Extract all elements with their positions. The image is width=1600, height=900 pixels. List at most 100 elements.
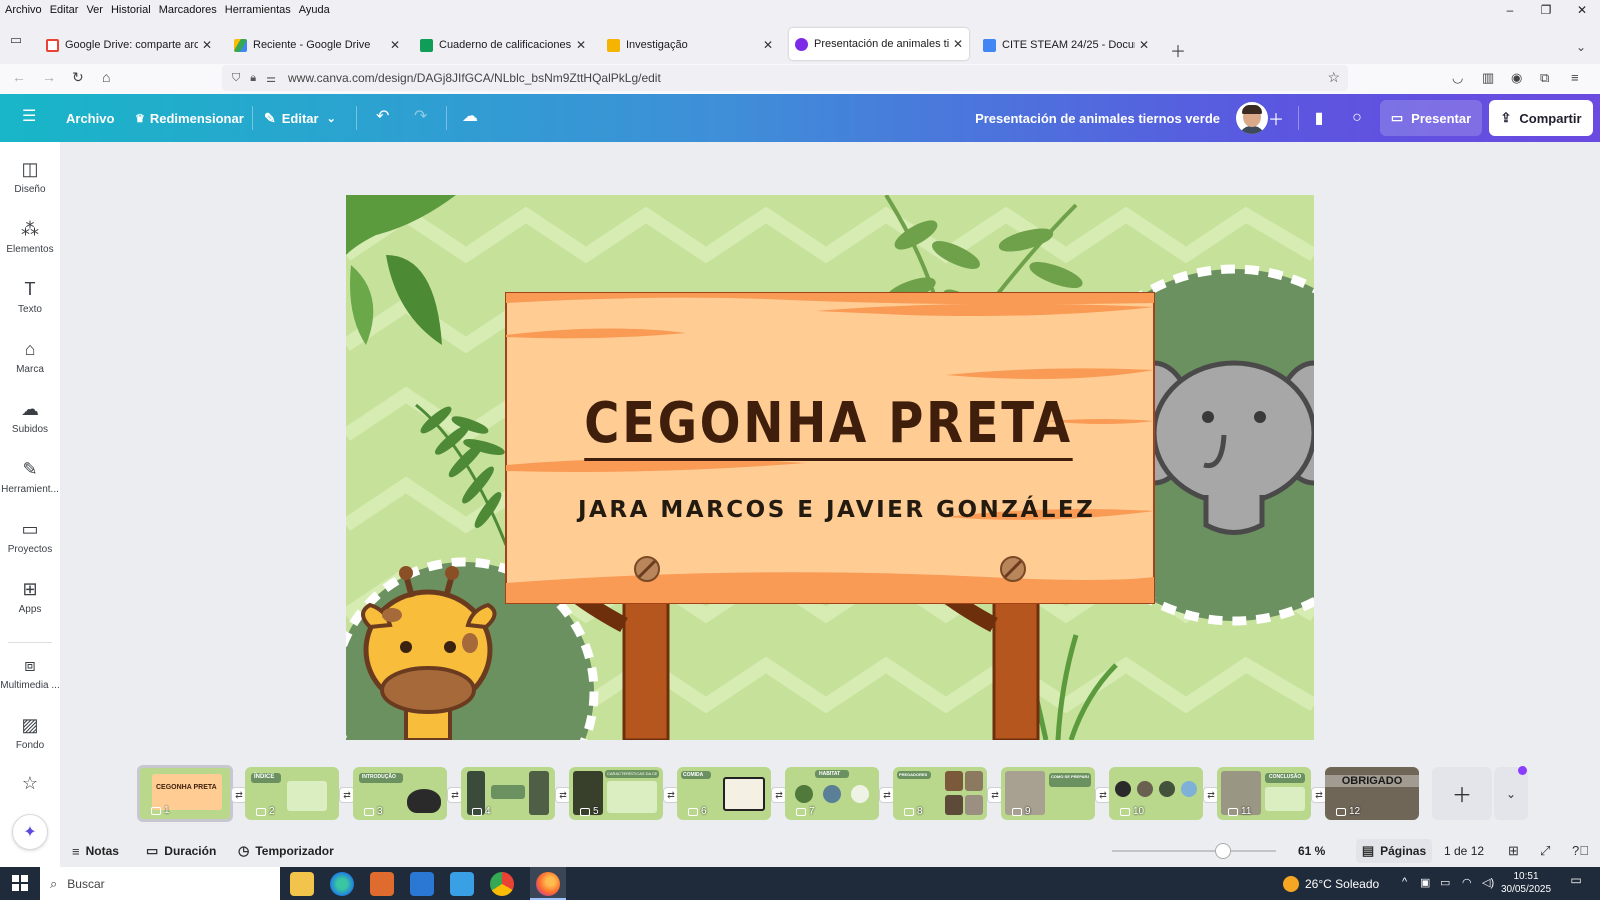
mail-icon[interactable] <box>450 872 474 896</box>
undo-icon[interactable]: ↶ <box>376 106 389 126</box>
volume-icon[interactable]: ◁) <box>1482 876 1494 889</box>
shield-icon[interactable]: ⛉ <box>232 72 240 85</box>
app-menu-icon[interactable]: ≡ <box>1571 70 1579 85</box>
page-thumbnail-2[interactable]: ÍNDICE 2 <box>245 767 339 820</box>
tab-overview-icon[interactable]: ▭ <box>6 32 26 50</box>
notas-button[interactable]: ≡ Notas <box>72 835 119 867</box>
new-tab-plus-icon[interactable]: ＋ <box>1170 38 1186 62</box>
duracion-button[interactable]: ▭ Duración <box>146 835 216 867</box>
pocket-icon[interactable]: ◡ <box>1452 70 1463 86</box>
url-text[interactable]: www.canva.com/design/DAGj8JIfGCA/NLblc_b… <box>288 71 661 85</box>
notifications-icon[interactable]: ▭ <box>1566 873 1586 893</box>
windows-start-icon[interactable] <box>12 875 28 891</box>
tab-close-icon[interactable]: ✕ <box>390 38 400 52</box>
sidebar-item-elementos[interactable]: ⁂ Elementos <box>0 218 60 255</box>
bookmark-star-icon[interactable]: ☆ <box>1327 69 1340 86</box>
temporizador-button[interactable]: ◷ Temporizador <box>238 835 334 867</box>
close-window-button[interactable]: ✕ <box>1564 0 1600 20</box>
sidebar-item-fondo[interactable]: ▨ Fondo <box>0 714 60 751</box>
tray-chevron-icon[interactable]: ^ <box>1402 876 1407 888</box>
redimensionar-button[interactable]: ♛ Redimensionar <box>135 94 244 142</box>
menu-ayuda[interactable]: Ayuda <box>294 4 333 16</box>
account-icon[interactable]: ◉ <box>1511 70 1522 86</box>
sidebar-item-diseno[interactable]: ◫ Diseño <box>0 158 60 195</box>
redo-icon[interactable]: ↷ <box>414 106 427 126</box>
file-explorer-icon[interactable] <box>290 872 314 896</box>
grid-view-icon[interactable]: ⊞ <box>1508 843 1519 859</box>
slide-title[interactable]: CEGONHA PRETA <box>412 391 1244 461</box>
tab-close-icon[interactable]: ✕ <box>953 37 963 51</box>
presentar-button[interactable]: ▭ Presentar <box>1380 100 1482 136</box>
sidebar-item-texto[interactable]: T Texto <box>0 278 60 315</box>
sidebar-item-apps[interactable]: ⊞ Apps <box>0 578 60 615</box>
page-thumbnail-6[interactable]: COMIDA 6 <box>677 767 771 820</box>
menu-historial[interactable]: Historial <box>106 4 154 16</box>
menu-editar[interactable]: Editar <box>45 4 82 16</box>
fullscreen-icon[interactable]: ⤢ <box>1540 843 1550 859</box>
insights-chart-icon[interactable]: ▮ <box>1305 104 1333 132</box>
menu-herramientas[interactable]: Herramientas <box>220 4 294 16</box>
slide-subtitle[interactable]: JARA MARCOS E JAVIER GONZÁLEZ <box>578 497 1093 523</box>
url-bar[interactable]: ⛉ 🔒︎ ⚌ www.canva.com/design/DAGj8JIfGCA/… <box>222 65 1348 91</box>
hamburger-menu-icon[interactable]: ☰ <box>22 106 36 126</box>
archivo-menu-button[interactable]: Archivo <box>66 94 114 142</box>
page-thumbnail-11[interactable]: CONCLUSÃO 11 <box>1217 767 1311 820</box>
media-player-icon[interactable] <box>370 872 394 896</box>
tab-close-icon[interactable]: ✕ <box>576 38 586 52</box>
page-thumbnail-10[interactable]: 10 <box>1109 767 1203 820</box>
page-thumbnail-7[interactable]: HABITAT 7 <box>785 767 879 820</box>
permissions-icon[interactable]: ⚌ <box>266 72 276 85</box>
restore-button[interactable]: ❐ <box>1528 0 1564 20</box>
tab-cite-steam-doc[interactable]: CITE STEAM 24/25 - Document ✕ <box>977 30 1155 60</box>
menu-archivo[interactable]: Archivo <box>0 4 45 16</box>
edge-browser-icon[interactable] <box>330 872 354 896</box>
invite-plus-icon[interactable]: ＋ <box>1262 104 1290 132</box>
tab-close-icon[interactable]: ✕ <box>1139 38 1149 52</box>
tab-google-drive-share[interactable]: Google Drive: comparte archivo ✕ <box>40 30 218 60</box>
slide-canvas[interactable]: CEGONHA PRETA JARA MARCOS E JAVIER GONZÁ… <box>346 195 1314 740</box>
tab-recent-drive[interactable]: Reciente - Google Drive ✕ <box>228 30 406 60</box>
compartir-button[interactable]: ⇪ Compartir <box>1489 100 1593 136</box>
help-icon[interactable]: ?⃝ <box>1572 843 1589 858</box>
zoom-slider-handle[interactable] <box>1215 843 1231 859</box>
tray-app-icon[interactable]: ▣ <box>1420 876 1430 889</box>
menu-ver[interactable]: Ver <box>81 4 106 16</box>
sidebar-toggle-icon[interactable]: ▥ <box>1482 70 1494 86</box>
page-thumbnail-1[interactable]: CEGONHA PRETA 1 <box>137 765 233 822</box>
editar-dropdown-button[interactable]: ✎ Editar ⌄ <box>264 94 336 142</box>
cloud-saved-icon[interactable]: ☁ <box>462 106 478 126</box>
store-icon[interactable] <box>410 872 434 896</box>
menu-marcadores[interactable]: Marcadores <box>154 4 220 16</box>
firefox-active-indicator[interactable] <box>530 867 566 900</box>
paginas-button[interactable]: ▤ Páginas <box>1356 839 1432 863</box>
taskbar-search[interactable]: ⌕ Buscar <box>40 867 280 900</box>
comments-icon[interactable]: ○ <box>1343 104 1371 132</box>
extensions-icon[interactable]: ⧉ <box>1540 70 1549 86</box>
page-thumbnail-4[interactable]: 4 <box>461 767 555 820</box>
page-thumbnail-8[interactable]: PREDADORES 8 <box>893 767 987 820</box>
back-arrow-icon[interactable]: ← <box>12 69 26 85</box>
minimize-button[interactable]: – <box>1492 0 1528 20</box>
add-page-plus-icon[interactable]: ＋ <box>1432 767 1492 820</box>
chrome-icon[interactable] <box>490 872 514 896</box>
tab-canva-presentation[interactable]: Presentación de animales tierno ✕ <box>789 28 969 60</box>
lock-icon[interactable]: 🔒︎ <box>250 72 256 85</box>
weather-widget[interactable]: 26°C Soleado <box>1283 867 1379 900</box>
forward-arrow-icon[interactable]: → <box>42 69 56 85</box>
page-thumbnail-3[interactable]: INTRODUÇÃO 3 <box>353 767 447 820</box>
sidebar-item-herramientas[interactable]: ✎ Herramient... <box>0 458 60 495</box>
wifi-icon[interactable]: ◠ <box>1462 876 1472 889</box>
zoom-slider-track[interactable] <box>1112 850 1276 852</box>
tab-investigacao[interactable]: Investigação ✕ <box>601 30 779 60</box>
reload-icon[interactable]: ↻ <box>72 69 84 86</box>
taskbar-clock[interactable]: 10:51 30/05/2025 <box>1498 870 1554 896</box>
page-thumbnail-5[interactable]: CARACTERÍSTICAS DA CEGONHA PRETA 5 <box>569 767 663 820</box>
home-icon[interactable]: ⌂ <box>102 69 110 85</box>
tab-list-chevron-icon[interactable]: ⌄ <box>1576 40 1586 54</box>
zoom-percentage[interactable]: 61 % <box>1298 835 1325 867</box>
tab-gradebook[interactable]: Cuaderno de calificaciones de 4 ✕ <box>414 30 592 60</box>
tab-close-icon[interactable]: ✕ <box>763 38 773 52</box>
sidebar-item-multimedia[interactable]: ⧈ Multimedia ... <box>0 654 60 691</box>
page-thumbnail-12[interactable]: OBRIGADO 12 <box>1325 767 1419 820</box>
sidebar-item-proyectos[interactable]: ▭ Proyectos <box>0 518 60 555</box>
